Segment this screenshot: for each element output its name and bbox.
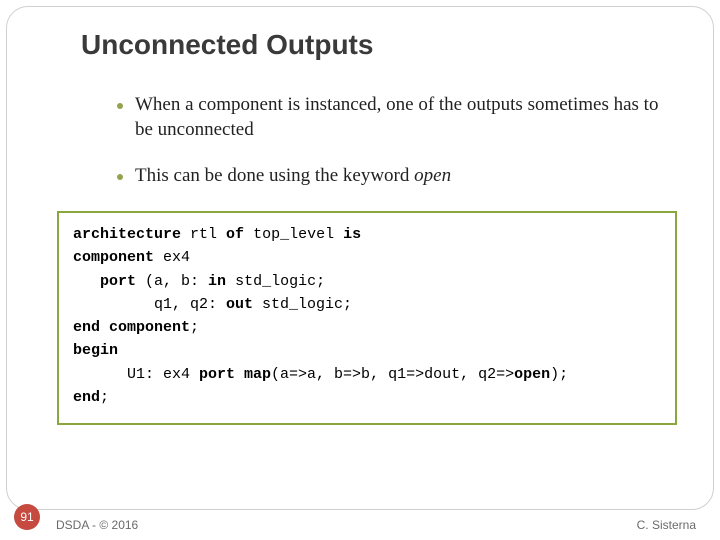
code-run: std_logic; — [226, 273, 325, 290]
code-run: rtl — [181, 226, 226, 243]
code-run: ); — [550, 366, 568, 383]
bullet-dot-icon — [117, 174, 123, 180]
code-block: architecture rtl of top_level is compone… — [57, 211, 677, 425]
footer-left: DSDA - © 2016 — [56, 518, 138, 532]
code-kw: open — [514, 366, 550, 383]
code-line: begin — [73, 339, 661, 362]
code-run: top_level — [244, 226, 343, 243]
code-kw: end component — [73, 319, 190, 336]
code-run — [73, 273, 100, 290]
slide-frame: Unconnected Outputs When a component is … — [6, 6, 714, 510]
code-line: component ex4 — [73, 246, 661, 269]
code-kw: port — [100, 273, 136, 290]
code-run: std_logic; — [253, 296, 352, 313]
bullet-item: This can be done using the keyword open — [117, 164, 673, 189]
code-kw: begin — [73, 342, 118, 359]
code-kw: in — [208, 273, 226, 290]
code-run: q1, q2: — [73, 296, 226, 313]
code-kw: architecture — [73, 226, 181, 243]
bullet-text-run: This can be done using the keyword — [135, 165, 414, 186]
page-number-badge: 91 — [14, 504, 40, 530]
code-run: U1: ex4 — [73, 366, 199, 383]
code-run: (a, b: — [136, 273, 208, 290]
code-line: port (a, b: in std_logic; — [73, 270, 661, 293]
bullet-text: When a component is instanced, one of th… — [135, 93, 673, 142]
code-line: U1: ex4 port map(a=>a, b=>b, q1=>dout, q… — [73, 363, 661, 386]
code-kw: port map — [199, 366, 271, 383]
code-run: (a=>a, b=>b, q1=>dout, q2=> — [271, 366, 514, 383]
code-kw: out — [226, 296, 253, 313]
code-run: ; — [190, 319, 199, 336]
code-run: ex4 — [154, 249, 190, 266]
code-kw: of — [226, 226, 244, 243]
bullet-item: When a component is instanced, one of th… — [117, 93, 673, 142]
bullet-text-italic: open — [414, 165, 451, 186]
bullet-text: This can be done using the keyword open — [135, 164, 451, 189]
code-run: ; — [100, 389, 109, 406]
code-line: end component; — [73, 316, 661, 339]
code-line: end; — [73, 386, 661, 409]
code-line: q1, q2: out std_logic; — [73, 293, 661, 316]
bullet-list: When a component is instanced, one of th… — [7, 79, 713, 189]
footer-right: C. Sisterna — [637, 518, 696, 532]
code-kw: is — [343, 226, 361, 243]
slide-title: Unconnected Outputs — [7, 7, 713, 79]
code-line: architecture rtl of top_level is — [73, 223, 661, 246]
bullet-dot-icon — [117, 103, 123, 109]
code-kw: component — [73, 249, 154, 266]
footer: DSDA - © 2016 C. Sisterna — [56, 518, 696, 532]
code-kw: end — [73, 389, 100, 406]
